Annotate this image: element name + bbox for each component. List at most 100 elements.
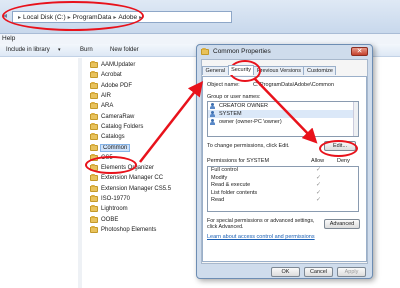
- folder-item[interactable]: Extension Manager CS5.5: [90, 184, 200, 194]
- user-group-icon: [210, 111, 217, 117]
- object-name-label: Object name:: [207, 82, 240, 88]
- deny-label: Deny: [337, 158, 350, 164]
- folder-icon: [201, 48, 209, 55]
- tab-security[interactable]: Security: [227, 65, 255, 75]
- permission-row: List folder contents ✓: [208, 190, 358, 198]
- allow-check-icon: ✓: [316, 182, 322, 189]
- special-permissions-text: For special permissions or advanced sett…: [207, 218, 315, 230]
- folder-item[interactable]: Catalogs: [90, 132, 200, 142]
- group-name: owner (owner-PC \owner): [219, 119, 282, 125]
- folder-icon: [90, 81, 98, 89]
- user-icon: [210, 119, 217, 125]
- group-item-creator-owner[interactable]: CREATOR OWNER: [208, 102, 358, 110]
- nav-pane-scrollbar[interactable]: [78, 58, 82, 288]
- folder-name: Catalog Folders: [101, 123, 144, 130]
- folder-icon: [90, 195, 98, 202]
- allow-check-icon: ✓: [316, 167, 322, 173]
- folder-icon: [90, 205, 98, 213]
- navigation-pane: [0, 58, 80, 288]
- file-list: AAMUpdater Acrobat Adobe PDF AIR ARA CameraRa…: [90, 60, 200, 235]
- include-in-library-button[interactable]: Include in library: [6, 44, 50, 57]
- permission-row: Read ✓: [208, 197, 358, 205]
- folder-name: Photoshop Elements: [101, 226, 157, 233]
- folder-item[interactable]: Common: [90, 142, 200, 152]
- help-menu[interactable]: Help: [2, 35, 15, 42]
- new-folder-button[interactable]: New folder: [110, 44, 139, 57]
- folder-item[interactable]: Extension Manager CC: [90, 173, 200, 183]
- folder-name: OOBE: [101, 216, 119, 223]
- permission-row: Full control ✓: [208, 167, 358, 175]
- dialog-title-bar: Common Properties: [201, 47, 271, 57]
- group-item-owner[interactable]: owner (owner-PC \owner): [208, 118, 358, 126]
- groups-scrollbar[interactable]: [353, 102, 358, 136]
- allow-check-icon: ✓: [316, 197, 322, 204]
- permission-row: Read & execute ✓: [208, 182, 358, 190]
- folder-item[interactable]: Catalog Folders: [90, 122, 200, 132]
- annotation-oval-edit-button: [319, 140, 358, 157]
- user-group-icon: [210, 103, 217, 109]
- folder-item[interactable]: Adobe PDF: [90, 81, 200, 91]
- folder-name: Catalogs: [101, 134, 125, 141]
- folder-item[interactable]: AIR: [90, 91, 200, 101]
- folder-name: AAMUpdater: [101, 62, 136, 69]
- folder-name: Common: [99, 143, 131, 152]
- folder-name: CameraRaw: [101, 113, 135, 120]
- tab-previous-versions[interactable]: Previous Versions: [253, 66, 305, 75]
- permission-name: Read & execute: [211, 182, 251, 189]
- groups-label: Group or user names:: [207, 94, 261, 100]
- folder-item[interactable]: Photoshop Elements: [90, 225, 200, 235]
- ok-button[interactable]: OK: [271, 267, 300, 277]
- burn-button[interactable]: Burn: [80, 44, 93, 57]
- folder-name: Extension Manager CS5.5: [101, 185, 172, 192]
- allow-check-icon: ✓: [316, 189, 322, 196]
- annotation-oval-address: [2, 1, 144, 31]
- folder-icon: [90, 143, 98, 151]
- close-button[interactable]: ✕: [351, 47, 368, 56]
- folder-icon: [90, 71, 98, 79]
- folder-icon: [90, 184, 98, 192]
- allow-label: Allow: [311, 158, 325, 164]
- tab-general[interactable]: General: [202, 66, 229, 75]
- folder-name: Extension Manager CC: [101, 175, 164, 182]
- folder-icon: [90, 122, 98, 130]
- annotation-oval-common: [85, 156, 137, 174]
- folder-icon: [90, 92, 98, 100]
- permission-name: Full control: [211, 167, 238, 173]
- folder-item[interactable]: Acrobat: [90, 70, 200, 80]
- folder-icon: [90, 215, 98, 223]
- folder-item[interactable]: ISO-19770: [90, 194, 200, 204]
- folder-item[interactable]: Lightroom: [90, 204, 200, 214]
- dialog-title: Common Properties: [213, 48, 271, 55]
- properties-dialog: Common Properties ✕ General Security Pre…: [196, 44, 373, 279]
- folder-icon: [90, 174, 98, 182]
- tab-customize[interactable]: Customize: [303, 66, 337, 75]
- permissions-for-label: Permissions for SYSTEM: [207, 158, 270, 164]
- folder-name: Adobe PDF: [101, 82, 133, 89]
- folder-icon: [90, 102, 98, 110]
- allow-check-icon: ✓: [316, 174, 322, 181]
- chevron-down-icon[interactable]: ▾: [58, 44, 61, 57]
- folder-icon: [90, 133, 98, 141]
- cancel-button[interactable]: Cancel: [304, 267, 333, 277]
- folder-name: Lightroom: [101, 206, 128, 213]
- folder-item[interactable]: CameraRaw: [90, 111, 200, 121]
- folder-name: AIR: [101, 93, 112, 100]
- group-item-system[interactable]: SYSTEM: [208, 110, 358, 118]
- permission-row: Modify ✓: [208, 175, 358, 183]
- folder-icon: [90, 61, 98, 69]
- learn-more-link[interactable]: Learn about access control and permissio…: [207, 234, 315, 240]
- permissions-header: Permissions for SYSTEM Allow Deny: [207, 158, 359, 166]
- object-name-value: C:\ProgramData\Adobe\Common: [253, 82, 335, 88]
- object-name-row: Object name: C:\ProgramData\Adobe\Common: [207, 82, 334, 88]
- folder-item[interactable]: OOBE: [90, 214, 200, 224]
- folder-name: ISO-19770: [101, 196, 131, 202]
- group-name: SYSTEM: [219, 111, 242, 117]
- folder-item[interactable]: AAMUpdater: [90, 60, 200, 70]
- folder-name: ARA: [101, 103, 114, 110]
- advanced-button[interactable]: Advanced: [324, 219, 360, 229]
- group-name: CREATOR OWNER: [219, 103, 268, 109]
- apply-button[interactable]: Apply: [337, 267, 366, 277]
- security-tab-page: Object name: C:\ProgramData\Adobe\Common…: [202, 76, 367, 262]
- change-permissions-text: To change permissions, click Edit.: [207, 143, 290, 149]
- folder-item[interactable]: ARA: [90, 101, 200, 111]
